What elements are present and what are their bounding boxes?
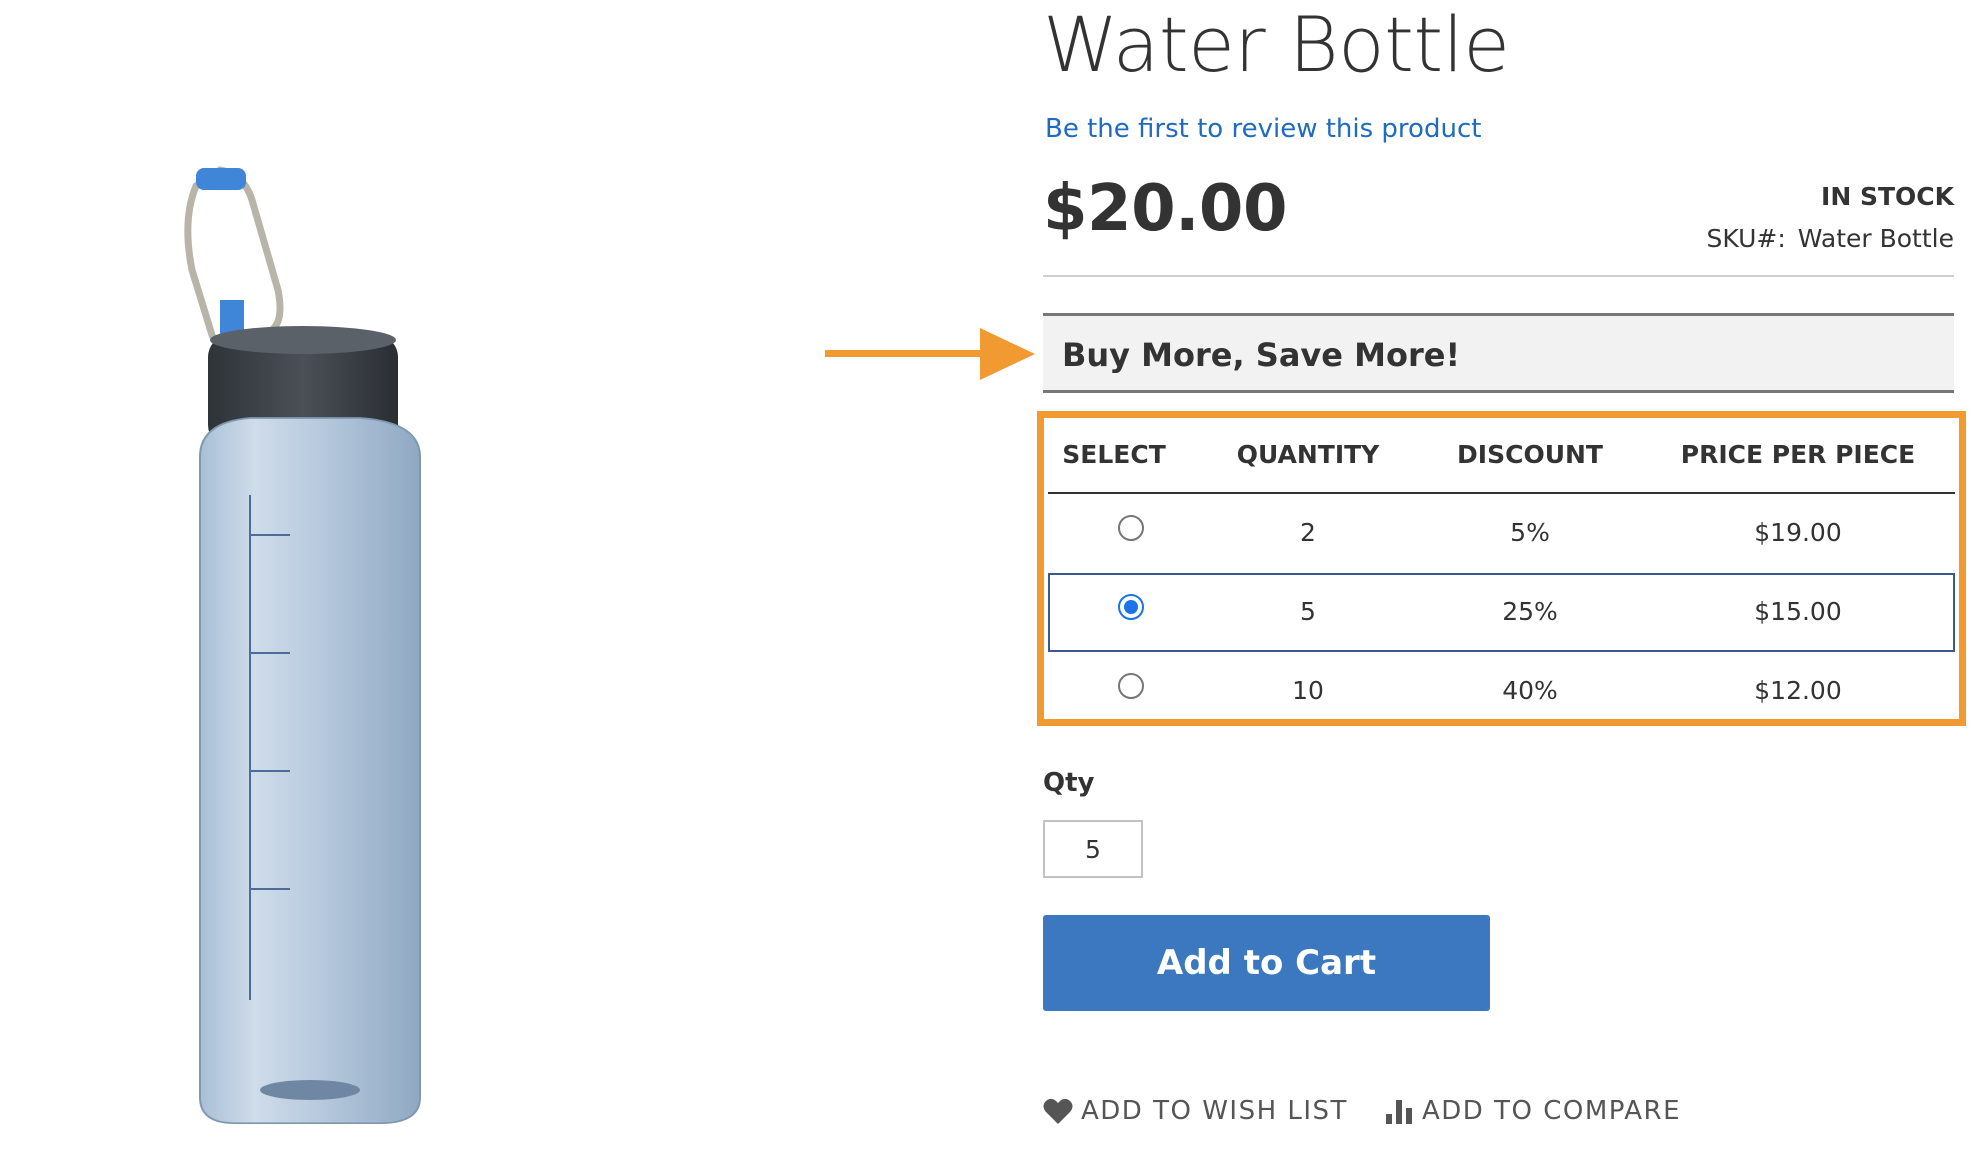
tier-radio-10[interactable] [1118, 673, 1144, 699]
table-row[interactable]: 5 25% $15.00 [1048, 573, 1955, 652]
tier-quantity: 10 [1292, 676, 1324, 705]
sku-info: SKU#: Water Bottle [1707, 224, 1955, 253]
sku-value: Water Bottle [1797, 224, 1954, 253]
qty-label: Qty [1043, 768, 1095, 798]
add-to-wishlist-link[interactable]: ADD TO WISH LIST [1043, 1096, 1348, 1126]
tier-quantity: 2 [1300, 518, 1316, 547]
table-header: SELECT QUANTITY DISCOUNT PRICE PER PIECE [1048, 422, 1955, 494]
header-discount: DISCOUNT [1457, 440, 1603, 469]
divider [1043, 275, 1954, 277]
table-row[interactable]: 2 5% $19.00 [1048, 494, 1955, 573]
product-title: Water Bottle [1043, 0, 1510, 89]
wishlist-label: ADD TO WISH LIST [1081, 1096, 1348, 1126]
review-link[interactable]: Be the first to review this product [1045, 114, 1481, 144]
qty-input[interactable] [1043, 820, 1143, 878]
tier-radio-2[interactable] [1118, 515, 1144, 541]
sku-label: SKU#: [1706, 224, 1786, 253]
add-to-compare-link[interactable]: ADD TO COMPARE [1384, 1096, 1681, 1126]
header-quantity: QUANTITY [1236, 440, 1380, 469]
tier-discount: 25% [1502, 597, 1558, 626]
tier-price: $12.00 [1754, 676, 1842, 705]
tier-discount: 40% [1502, 676, 1558, 705]
bar-chart-icon [1386, 1100, 1412, 1124]
header-price-per-piece: PRICE PER PIECE [1680, 440, 1916, 469]
arrow-right-icon [825, 328, 1035, 380]
product-price: $20.00 [1043, 172, 1287, 246]
tier-quantity: 5 [1300, 597, 1316, 626]
header-select: SELECT [1062, 440, 1166, 469]
tier-price-table: SELECT QUANTITY DISCOUNT PRICE PER PIECE… [1048, 422, 1955, 731]
tier-radio-5[interactable] [1118, 594, 1144, 620]
promo-heading: Buy More, Save More! [1062, 336, 1461, 374]
promo-banner: Buy More, Save More! [1043, 313, 1954, 393]
compare-label: ADD TO COMPARE [1422, 1096, 1682, 1126]
heart-icon [1043, 1098, 1073, 1124]
table-row[interactable]: 10 40% $12.00 [1048, 652, 1955, 731]
add-to-cart-button[interactable]: Add to Cart [1043, 915, 1490, 1011]
tier-price: $19.00 [1754, 518, 1842, 547]
tier-discount: 5% [1510, 518, 1550, 547]
tier-price: $15.00 [1754, 597, 1842, 626]
stock-status: IN STOCK [1821, 182, 1954, 211]
product-image [184, 166, 421, 1125]
